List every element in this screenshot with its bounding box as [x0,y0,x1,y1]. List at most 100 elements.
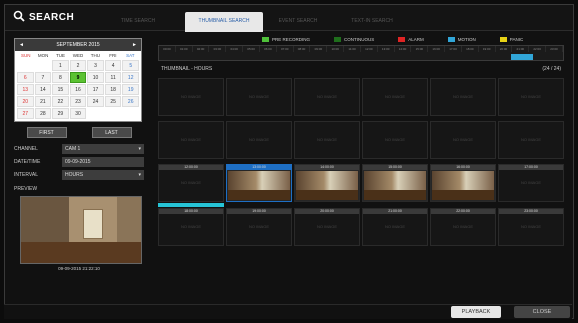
calendar-day[interactable]: 10 [87,72,104,83]
calendar-day[interactable]: 14 [34,84,52,95]
thumbnail-cell[interactable]: NO IMAGE [498,121,564,159]
calendar-day[interactable]: 1 [52,60,69,71]
thumbnail-cell[interactable]: 14:00:00 [294,164,360,202]
thumbnail-cell[interactable]: NO IMAGE [226,121,292,159]
timeline-hour-label: 07:00 [277,46,294,52]
thumbnail-cell[interactable]: NO IMAGE [362,78,428,116]
thumbnail-cell[interactable]: NO IMAGE [158,121,224,159]
timeline-hour-label: 23:00 [546,46,563,52]
datetime-input[interactable]: 09-09-2015 [62,156,144,167]
tab-time-search[interactable]: TIME SEARCH [103,13,173,31]
thumbnail-cell[interactable]: NO IMAGE [226,78,292,116]
calendar-day[interactable]: 27 [17,108,34,119]
calendar-day[interactable]: 17 [87,84,104,95]
calendar-day[interactable]: 25 [104,96,122,107]
calendar-day[interactable]: 20 [17,96,34,107]
dow-label: TUE [56,53,66,58]
thumbnail-cell[interactable]: NO IMAGE [498,78,564,116]
calendar-empty [104,108,122,119]
calendar-day[interactable]: 2 [69,60,87,71]
thumbnail-cell[interactable]: NO IMAGE [294,121,360,159]
calendar-day[interactable]: 26 [122,96,139,107]
calendar-day[interactable]: 6 [17,72,34,83]
calendar-day[interactable]: 11 [104,72,122,83]
thumbnail-cell[interactable]: 17:00:00 NO IMAGE [498,164,564,202]
thumbnail-cell[interactable]: NO IMAGE [430,121,496,159]
calendar-day[interactable]: 16 [69,84,87,95]
dow-label: THU [90,53,101,58]
tab-text-in-search[interactable]: TEXT-IN SEARCH [337,13,407,31]
timeline-hour-label: 20:00 [496,46,513,52]
next-month-button[interactable]: ► [132,42,137,48]
timeline-hour-label: 19:00 [479,46,496,52]
thumbnail-cell[interactable]: 16:00:00 [430,164,496,202]
calendar-day[interactable]: 28 [34,108,52,119]
channel-label: CHANNEL [14,145,38,152]
calendar-day[interactable]: 13 [17,84,34,95]
channel-select[interactable]: CAM 1 ▾ [62,143,144,154]
calendar-day[interactable]: 18 [104,84,122,95]
timeline-hour-label: 10:00 [327,46,345,52]
thumbnail-cell[interactable]: NO IMAGE [430,78,496,116]
calendar-day[interactable]: 19 [122,84,139,95]
thumbnail-cell[interactable]: NO IMAGE [294,78,360,116]
legend-item: PRE RECORDING [262,37,310,42]
no-image-label: NO IMAGE [520,137,541,142]
calendar-day[interactable]: 15 [52,84,69,95]
thumbnail-cell[interactable]: NO IMAGE [362,121,428,159]
calendar-day[interactable]: 5 [122,60,139,71]
no-image-label: NO IMAGE [316,137,337,142]
interval-select[interactable]: HOURS ▾ [62,169,144,180]
first-button[interactable]: FIRST [26,127,67,138]
page-title: SEARCH [29,12,75,23]
thumbnail-cell[interactable]: 23:00:00 NO IMAGE [498,208,564,246]
thumbnail-row: 12:00:00 NO IMAGE 13:00:00 14:00:00 15:00:00… [158,164,564,202]
left-panel: ◄ SEPTEMBER 2015 ► SUN MON TUE WED THU FRI SAT… [14,38,144,271]
thumbnail-cell[interactable]: 20:00:00 NO IMAGE [294,208,360,246]
thumbnail-cell[interactable]: 21:00:00 NO IMAGE [362,208,428,246]
dropdown-arrow-icon: ▾ [138,171,141,178]
thumbnail-cell[interactable]: 19:00:00 NO IMAGE [226,208,292,246]
calendar-day[interactable]: 21 [34,96,52,107]
thumbnail-time: 21:00:00 [363,209,427,214]
calendar-day[interactable]: 24 [87,96,104,107]
prev-month-button[interactable]: ◄ [19,42,24,48]
thumbnail-cell[interactable]: NO IMAGE [158,78,224,116]
thumbnail-cell[interactable]: 12:00:00 NO IMAGE [158,164,224,202]
thumbnail-header: THUMBNAIL - HOURS (24 / 24) [158,66,564,76]
legend-label: CONTINUOUS [344,37,375,42]
tab-event-search[interactable]: EVENT SEARCH [263,13,333,31]
channel-value: CAM 1 [65,145,81,152]
calendar-day[interactable]: 22 [52,96,69,107]
calendar-day[interactable]: 7 [34,72,52,83]
calendar-day[interactable]: 30 [69,108,87,119]
tab-thumbnail-search[interactable]: THUMBNAIL SEARCH [185,12,263,32]
close-button[interactable]: CLOSE [514,306,570,318]
no-image-label: NO IMAGE [520,94,541,99]
calendar-day[interactable]: 4 [104,60,122,71]
thumbnail-cell[interactable]: 13:00:00 [226,164,292,202]
calendar-day[interactable]: 3 [87,60,104,71]
thumbnail-cell[interactable]: 15:00:00 [362,164,428,202]
legend-swatch [262,37,269,42]
playback-button[interactable]: PLAYBACK [451,306,501,318]
thumbnail-time: 16:00:00 [431,165,495,170]
no-image-label: NO IMAGE [180,180,201,185]
legend-item: PANIC [499,37,523,42]
timeline-bar[interactable]: 00:00 01:00 02:00 03:00 04:00 05:00 06:00 07:00… [158,45,564,61]
timeline-hour-label: 11:00 [344,46,361,52]
calendar-day[interactable]: 23 [69,96,87,107]
thumbnail-cell[interactable]: 22:00:00 NO IMAGE [430,208,496,246]
no-image-label: NO IMAGE [520,180,541,185]
no-image-label: NO IMAGE [248,94,269,99]
timeline-hour-label: 02:00 [193,46,210,52]
last-button[interactable]: LAST [91,127,132,138]
calendar-day[interactable]: 8 [52,72,69,83]
thumbnail-cell[interactable]: 18:00:00 NO IMAGE [158,208,224,246]
calendar-day[interactable]: 29 [52,108,69,119]
dow-label: FRI [109,53,117,58]
datetime-value: 09-09-2015 [65,158,91,165]
calendar-day[interactable]: 12 [122,72,139,83]
calendar-day[interactable]: 9 [69,72,87,83]
timeline-hour-label: 16:00 [428,46,446,52]
